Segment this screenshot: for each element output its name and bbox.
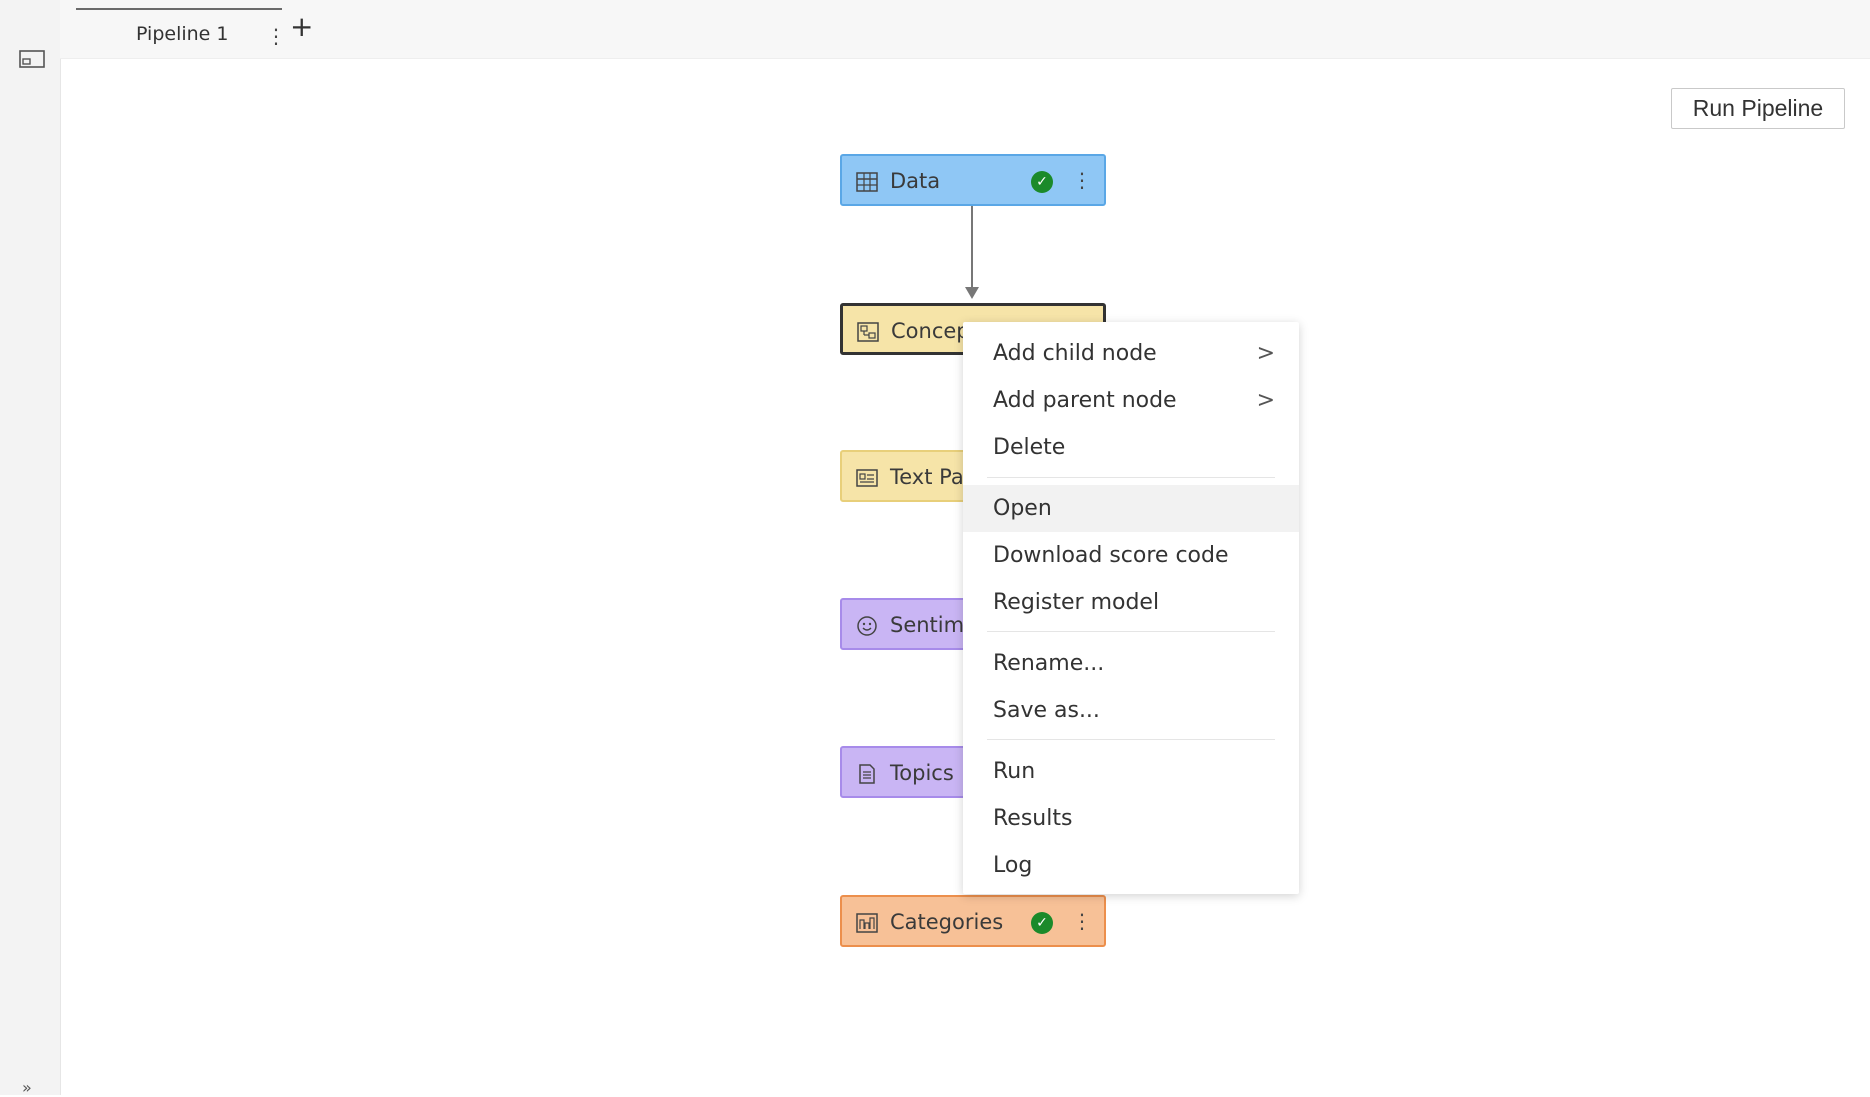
menu-separator bbox=[987, 631, 1275, 632]
menu-item-results[interactable]: Results bbox=[963, 795, 1299, 842]
connector-arrow-icon bbox=[965, 287, 979, 299]
menu-item-label: Results bbox=[993, 806, 1073, 831]
pipeline-tab-bar: Pipeline 1 ⋮ + bbox=[60, 0, 1870, 59]
menu-item-open[interactable]: Open bbox=[963, 485, 1299, 532]
smiley-icon bbox=[856, 615, 878, 637]
data-table-icon bbox=[856, 171, 878, 193]
connector-line bbox=[971, 206, 973, 292]
check-icon: ✓ bbox=[1031, 171, 1053, 193]
categories-chart-icon bbox=[856, 912, 878, 934]
menu-item-label: Add parent node bbox=[993, 388, 1177, 413]
node-label: Data bbox=[890, 169, 941, 193]
text-parsing-icon bbox=[856, 467, 878, 489]
node-label: Concep bbox=[891, 319, 970, 343]
node-context-menu: Add child node > Add parent node > Delet… bbox=[963, 322, 1299, 894]
menu-item-delete[interactable]: Delete bbox=[963, 424, 1299, 471]
add-pipeline-button[interactable]: + bbox=[290, 13, 313, 41]
node-label: Categories bbox=[890, 910, 1004, 934]
menu-item-label: Open bbox=[993, 496, 1052, 521]
node-data[interactable]: Data ✓ ⋮ bbox=[840, 154, 1106, 206]
topics-document-icon bbox=[856, 763, 878, 785]
chevron-right-icon: > bbox=[1256, 341, 1275, 366]
node-label: Topics bbox=[890, 761, 954, 785]
panel-toggle-icon[interactable] bbox=[18, 48, 46, 70]
menu-item-download-score-code[interactable]: Download score code bbox=[963, 532, 1299, 579]
run-pipeline-button[interactable]: Run Pipeline bbox=[1671, 88, 1845, 129]
node-label: Text Pa bbox=[890, 465, 964, 489]
left-rail: » bbox=[0, 0, 61, 1097]
menu-item-rename[interactable]: Rename... bbox=[963, 640, 1299, 687]
menu-item-label: Download score code bbox=[993, 543, 1229, 568]
menu-item-log[interactable]: Log bbox=[963, 842, 1299, 889]
check-icon: ✓ bbox=[1031, 912, 1053, 934]
menu-item-label: Log bbox=[993, 853, 1033, 878]
concepts-icon bbox=[857, 321, 879, 343]
menu-item-label: Rename... bbox=[993, 651, 1105, 676]
expand-rail-icon[interactable]: » bbox=[22, 1078, 32, 1097]
menu-item-run[interactable]: Run bbox=[963, 748, 1299, 795]
menu-item-label: Save as... bbox=[993, 698, 1100, 723]
tab-pipeline-1[interactable]: Pipeline 1 ⋮ bbox=[76, 8, 286, 58]
node-categories[interactable]: Categories ✓ ⋮ bbox=[840, 895, 1106, 947]
menu-item-label: Delete bbox=[993, 435, 1066, 460]
menu-item-add-child-node[interactable]: Add child node > bbox=[963, 330, 1299, 377]
menu-item-save-as[interactable]: Save as... bbox=[963, 687, 1299, 734]
tab-label: Pipeline 1 bbox=[136, 23, 229, 45]
node-label: Sentim bbox=[890, 613, 965, 637]
menu-item-label: Run bbox=[993, 759, 1036, 784]
node-options-icon[interactable]: ⋮ bbox=[1072, 909, 1092, 933]
menu-item-add-parent-node[interactable]: Add parent node > bbox=[963, 377, 1299, 424]
menu-separator bbox=[987, 477, 1275, 478]
menu-item-label: Register model bbox=[993, 590, 1160, 615]
node-options-icon[interactable]: ⋮ bbox=[1072, 168, 1092, 192]
menu-separator bbox=[987, 739, 1275, 740]
menu-item-register-model[interactable]: Register model bbox=[963, 579, 1299, 626]
tab-options-icon[interactable]: ⋮ bbox=[266, 24, 286, 48]
menu-item-label: Add child node bbox=[993, 341, 1157, 366]
chevron-right-icon: > bbox=[1256, 388, 1275, 413]
